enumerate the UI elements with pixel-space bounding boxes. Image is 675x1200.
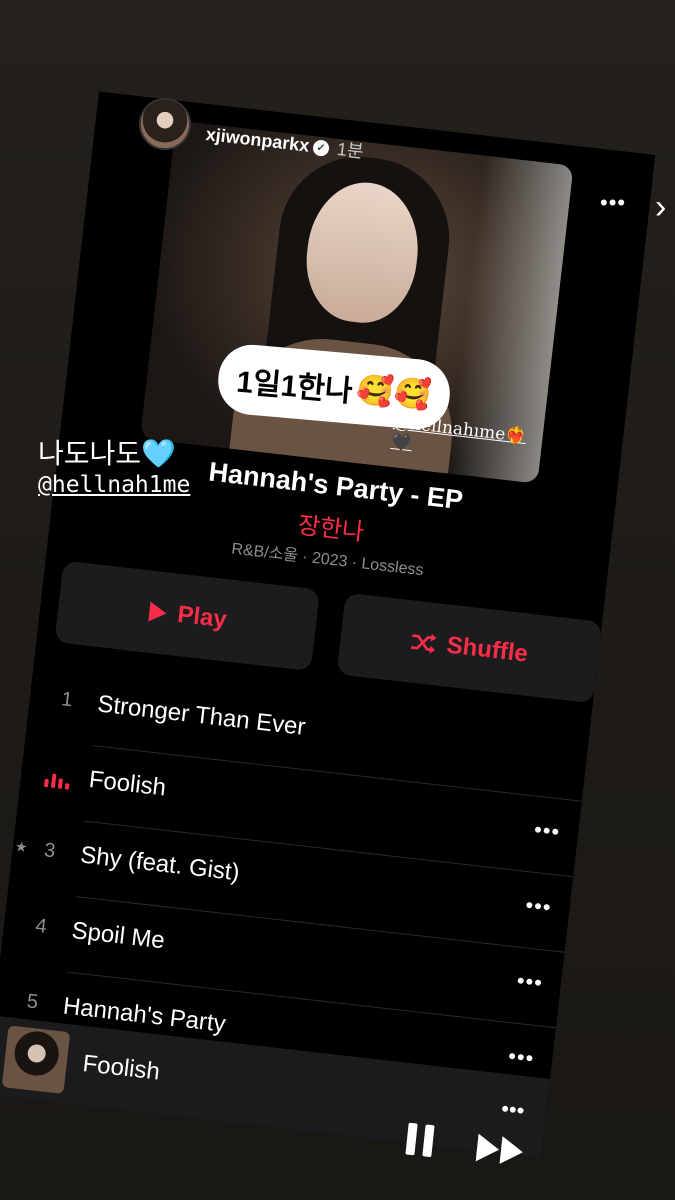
track-title: Foolish [87,765,168,802]
mini-player-title: Foolish [81,1050,162,1086]
more-icon[interactable]: ••• [507,1043,536,1072]
track-number: 5 [25,990,40,1014]
shuffle-icon [411,633,437,654]
more-icon[interactable]: ••• [524,892,553,921]
track-number: 1 [60,688,74,712]
play-label: Play [176,600,229,634]
verified-icon: ✓ [312,139,330,158]
more-icon[interactable]: ••• [515,968,545,997]
track-number: 4 [34,914,48,938]
album-cover: 🖤❤️‍🔥@hellnahıme❤️‍🔥🖤 [139,120,574,484]
star-icon: ★ [14,837,29,856]
more-icon[interactable]: ••• [533,817,562,846]
shuffle-button[interactable]: Shuffle [336,592,603,704]
track-title: Stronger Than Ever [96,690,307,741]
pause-icon[interactable] [405,1122,437,1158]
equalizer-icon [43,773,70,790]
more-icon[interactable]: ••• [500,1096,526,1124]
mini-player-artwork [1,1025,71,1094]
play-icon [148,601,167,622]
track-title: Spoil Me [70,916,167,955]
mention-link[interactable]: @hellnah1me [38,472,190,498]
forward-icon[interactable] [475,1132,527,1168]
close-icon[interactable]: › [655,188,666,227]
play-button[interactable]: Play [54,560,320,672]
more-icon[interactable]: ••• [600,190,626,216]
music-screenshot: 🖤❤️‍🔥@hellnahıme❤️‍🔥🖤 Hannah's Party - E… [0,91,656,1159]
story-time: 1분 [335,139,365,162]
story-caption: 나도나도🩵 [38,438,176,469]
shuffle-label: Shuffle [445,631,530,668]
track-title: Shy (feat. Gist) [78,841,241,887]
avatar[interactable] [139,98,191,150]
track-number: 3 [42,839,57,863]
